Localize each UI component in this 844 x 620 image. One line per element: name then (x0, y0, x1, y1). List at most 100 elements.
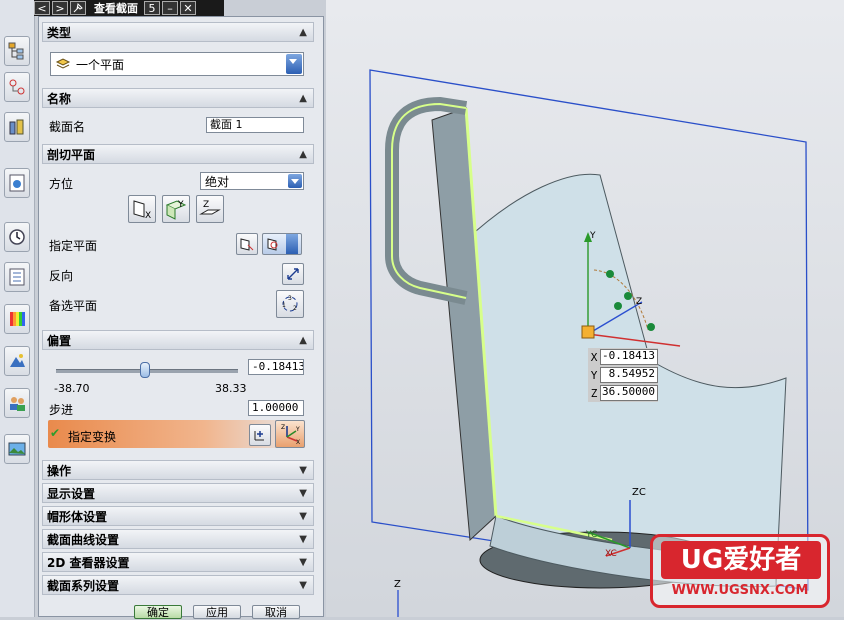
y-plane-icon: Y (165, 200, 187, 220)
coord-y-value[interactable]: 8.54952 (600, 367, 658, 383)
graphics-viewport[interactable]: Y Z ZC YC XC Z (326, 0, 844, 617)
model-view: Y Z ZC YC XC Z (369, 69, 809, 617)
minimize-button[interactable]: – (162, 1, 178, 15)
web-browser-icon[interactable] (4, 346, 30, 376)
svg-text:Y: Y (589, 231, 596, 241)
system-materials-icon[interactable] (4, 262, 30, 292)
plane-icon (240, 238, 254, 251)
section-name-title: 名称 (47, 91, 72, 106)
roles-icon[interactable] (4, 388, 30, 418)
history-clock-icon[interactable] (4, 222, 30, 252)
section-collapsed-header[interactable]: 截面系列设置 ▼ (42, 575, 314, 595)
plane-z-button[interactable]: Z (196, 195, 224, 223)
chevron-up-icon: ▲ (299, 27, 307, 38)
x-plane-icon: X (133, 200, 151, 221)
svg-text:Y: Y (177, 200, 184, 210)
csys-triad-icon: Z YX (281, 424, 300, 445)
specify-transform-label: 指定变换 (68, 430, 117, 444)
csys-dialog-button[interactable] (249, 424, 271, 446)
plane-y-button[interactable]: Y (162, 195, 190, 223)
dialog-titlebar: < > 查看截面 5 – ✕ (34, 0, 224, 16)
plane-x-button[interactable]: X (128, 195, 156, 223)
origin-handle (581, 325, 595, 339)
cycle-icon: 31 2 (282, 295, 298, 312)
step-value-field[interactable]: 1.00000 (248, 400, 304, 416)
forward-arrow-icon[interactable]: > (52, 1, 68, 15)
section-name-field[interactable]: 截面 1 (206, 117, 304, 133)
section-type-header[interactable]: 类型 ▲ (42, 22, 314, 42)
plane-dialog-button[interactable] (236, 233, 258, 255)
svg-text:Y: Y (295, 426, 300, 433)
svg-text:Z: Z (394, 579, 401, 590)
section-collapsed-title: 截面系列设置 (47, 578, 120, 593)
part-navigator-icon[interactable] (4, 112, 30, 142)
inferred-plane-dropdown[interactable] (262, 233, 302, 255)
chevron-down-icon: ▼ (299, 534, 307, 545)
reset-button[interactable]: 5 (144, 1, 160, 15)
dropdown-arrow-icon (286, 234, 298, 254)
dialog-title: 查看截面 (94, 2, 138, 15)
dropdown-arrow-icon (288, 174, 302, 188)
type-dropdown[interactable]: 一个平面 (50, 52, 304, 76)
coord-y-readout[interactable]: Y 8.54952 (588, 366, 658, 384)
svg-text:X: X (145, 211, 151, 221)
section-collapsed-header[interactable]: 显示设置 ▼ (42, 483, 314, 503)
alternate-plane-button[interactable]: 312 (276, 290, 304, 318)
coord-x-readout[interactable]: X -0.18413 (588, 348, 658, 366)
history-palette-icon[interactable] (4, 434, 30, 464)
section-collapsed-header[interactable]: 截面曲线设置 ▼ (42, 529, 314, 549)
assembly-navigator-icon[interactable] (4, 36, 30, 66)
constraint-navigator-icon[interactable] (4, 72, 30, 102)
dropdown-arrow-icon (286, 54, 302, 74)
palette-icon[interactable] (4, 304, 30, 334)
svg-text:YC: YC (585, 530, 597, 540)
csys-add-icon (254, 431, 264, 441)
svg-text:ZC: ZC (632, 487, 646, 498)
svg-text:3: 3 (288, 295, 292, 302)
section-collapsed-header[interactable]: 2D 查看器设置 ▼ (42, 552, 314, 572)
left-toolbar (0, 0, 35, 617)
chevron-down-icon: ▼ (299, 465, 307, 476)
coord-z-label: Z (590, 386, 598, 400)
close-button[interactable]: ✕ (180, 1, 196, 15)
watermark-url: WWW.UGSNX.COM (671, 583, 809, 598)
offset-max-label: 38.33 (215, 382, 247, 395)
step-label: 步进 (49, 403, 74, 417)
coord-x-value[interactable]: -0.18413 (600, 349, 658, 365)
svg-text:XC: XC (605, 549, 617, 559)
section-offset-title: 偏置 (47, 333, 72, 348)
svg-text:Z: Z (203, 200, 209, 210)
section-cut-plane-title: 剖切平面 (47, 147, 96, 162)
section-type-title: 类型 (47, 25, 72, 40)
chevron-down-icon: ▼ (299, 580, 307, 591)
reuse-library-icon[interactable] (4, 168, 30, 198)
reverse-direction-button[interactable] (282, 263, 304, 285)
svg-text:2: 2 (293, 305, 297, 312)
chevron-up-icon: ▲ (299, 93, 307, 104)
section-collapsed-header[interactable]: 帽形体设置 ▼ (42, 506, 314, 526)
orientation-value: 绝对 (205, 174, 230, 189)
checkmark-icon: ✔ (50, 426, 61, 440)
section-collapsed-title: 帽形体设置 (47, 509, 108, 524)
type-value: 一个平面 (76, 57, 125, 72)
section-name-header[interactable]: 名称 ▲ (42, 88, 314, 108)
coord-z-value[interactable]: 36.50000 (600, 385, 658, 401)
chevron-down-icon: ▼ (299, 488, 307, 499)
csys-dropdown-button[interactable]: Z YX (275, 420, 305, 448)
section-cut-plane-header[interactable]: 剖切平面 ▲ (42, 144, 314, 164)
watermark-logo: UG爱好者 WWW.UGSNX.COM (650, 534, 830, 608)
offset-slider-thumb[interactable] (140, 362, 151, 378)
pin-icon[interactable] (70, 1, 86, 15)
svg-text:1: 1 (282, 302, 286, 309)
back-arrow-icon[interactable]: < (34, 1, 50, 15)
section-name-label: 截面名 (49, 120, 86, 134)
chevron-up-icon: ▲ (299, 149, 307, 160)
section-collapsed-title: 截面曲线设置 (47, 532, 120, 547)
orientation-dropdown[interactable]: 绝对 (200, 172, 304, 190)
section-offset-header[interactable]: 偏置 ▲ (42, 330, 314, 350)
chevron-up-icon: ▲ (299, 335, 307, 346)
offset-value-field[interactable]: -0.18413 (248, 359, 304, 375)
section-collapsed-header[interactable]: 操作 ▼ (42, 460, 314, 480)
reverse-arrows-icon (287, 268, 299, 280)
coord-z-readout[interactable]: Z 36.50000 (588, 384, 658, 402)
